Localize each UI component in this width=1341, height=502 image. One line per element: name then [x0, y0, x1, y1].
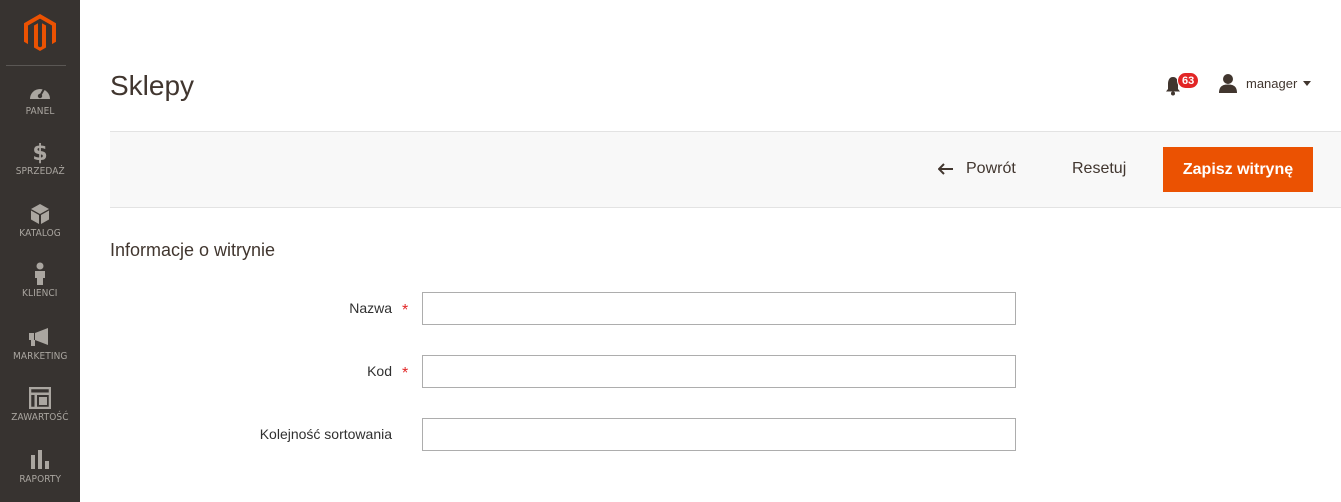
megaphone-icon — [28, 325, 52, 349]
name-field[interactable] — [422, 292, 1016, 325]
logo-divider — [6, 65, 66, 66]
layout-icon — [29, 386, 51, 410]
sidebar-item-label: PANEL — [25, 106, 55, 117]
arrow-left-icon — [938, 163, 953, 175]
user-menu[interactable]: manager — [1218, 72, 1312, 94]
sort-order-field[interactable] — [422, 418, 1016, 451]
box-icon — [29, 202, 51, 226]
sidebar-item-label: KATALOG — [19, 228, 61, 239]
sidebar-item-marketing[interactable]: MARKETING — [0, 325, 80, 387]
person-icon — [33, 262, 47, 286]
dashboard-gauge-icon — [28, 80, 52, 104]
user-icon — [1219, 74, 1237, 93]
bar-chart-icon — [29, 448, 51, 472]
sort-order-field-label: Kolejność sortowania — [259, 426, 392, 442]
sidebar-item-label: MARKETING — [12, 351, 68, 362]
page-title: Sklepy — [110, 70, 195, 101]
back-button-label: Powrót — [966, 160, 1016, 177]
back-button[interactable]: Powrót — [938, 158, 1016, 180]
code-field[interactable] — [422, 355, 1016, 388]
notifications-button[interactable]: 63 — [1163, 72, 1203, 96]
sidebar-item-label: RAPORTY — [19, 474, 61, 485]
code-field-label: Kod — [367, 363, 392, 379]
chevron-down-icon — [1303, 80, 1312, 86]
reset-button[interactable]: Resetuj — [1072, 158, 1126, 180]
magento-logo[interactable] — [0, 0, 80, 66]
save-website-button[interactable]: Zapisz witrynę — [1163, 147, 1313, 192]
section-title: Informacje o witrynie — [110, 240, 276, 260]
sidebar-item-catalog[interactable]: KATALOG — [0, 202, 80, 264]
page-actions-toolbar: Powrót Resetuj Zapisz witrynę — [110, 131, 1341, 208]
sidebar-item-label: SPRZEDAŻ — [15, 166, 65, 177]
sidebar-item-label: ZAWARTOŚĆ — [11, 412, 69, 423]
user-name: manager — [1246, 75, 1298, 91]
magento-logo-icon — [24, 14, 56, 51]
sidebar-item-content[interactable]: ZAWARTOŚĆ — [0, 386, 80, 448]
sidebar-item-panel[interactable]: PANEL — [0, 80, 80, 142]
sidebar-item-label: KLIENCI — [22, 288, 58, 299]
reset-button-label: Resetuj — [1072, 160, 1127, 177]
name-field-label: Nazwa — [349, 300, 392, 316]
required-asterisk: * — [402, 302, 409, 319]
dollar-icon: $ — [32, 140, 48, 164]
required-asterisk: * — [402, 365, 409, 382]
sidebar-item-sales[interactable]: $ SPRZEDAŻ — [0, 140, 80, 202]
notifications-count-badge: 63 — [1177, 72, 1200, 89]
admin-sidebar: PANEL $ SPRZEDAŻ KATALOG KLIENCI MARKETI… — [0, 0, 80, 502]
sidebar-item-reports[interactable]: RAPORTY — [0, 448, 80, 502]
sidebar-item-customers[interactable]: KLIENCI — [0, 262, 80, 324]
svg-text:$: $ — [32, 141, 47, 164]
